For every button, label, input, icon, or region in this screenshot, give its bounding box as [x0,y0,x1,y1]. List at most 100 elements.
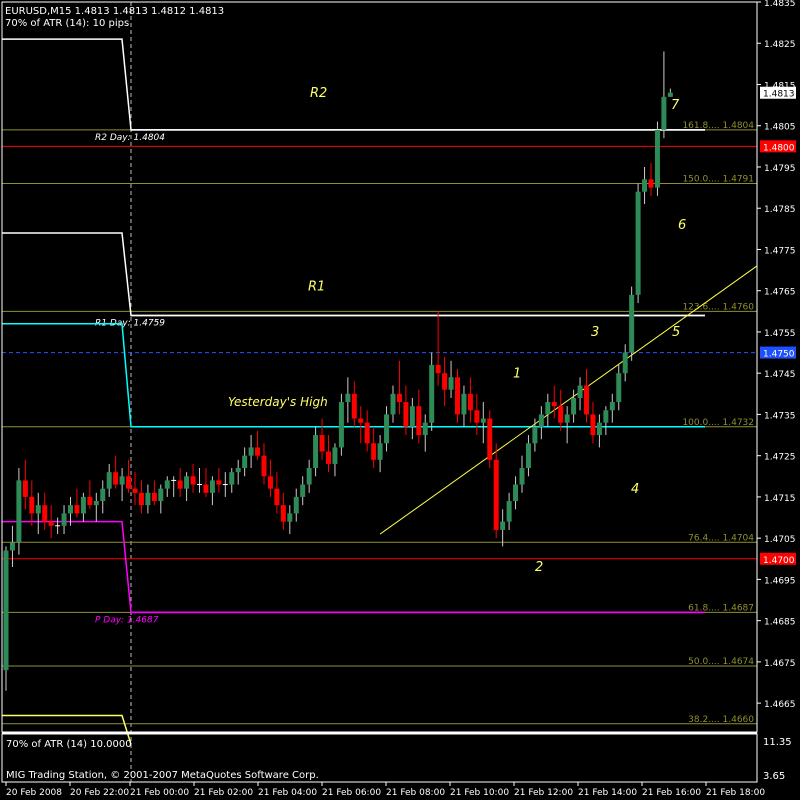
candle-body [158,488,164,502]
candle-body [461,393,467,415]
wave-annotation: 4 [631,482,639,497]
candle-body [119,476,125,485]
price-tick-label: 1.4835 [764,0,796,9]
candle-body [455,377,460,415]
time-tick-label: 21 Feb 12:00 [514,788,573,798]
candle-body [500,521,506,530]
time-tick-label: 21 Feb 14:00 [578,788,637,798]
candle-body [493,459,499,530]
wave-annotation: Yesterday's High [228,395,328,409]
candle-body [467,393,473,411]
candle-body [242,455,248,469]
fib-level-label: 150.0.... 1.4791 [682,174,754,184]
candle-body [313,435,319,469]
wave-annotation: 3 [591,325,599,340]
copyright-text: MIG Trading Station, © 2001-2007 MetaQuo… [6,770,319,781]
candle-body [16,480,22,543]
candle-body [654,129,660,188]
price-tick-label: 1.4825 [764,40,796,50]
candle-body [68,505,73,514]
sub-axis-tick-low: 3.65 [763,771,785,782]
candle-body [506,501,512,522]
candle-body [351,393,357,419]
price-badge-label: 1.4700 [763,556,795,566]
wave-annotation: 7 [671,98,680,113]
candle-body [235,468,241,473]
time-tick-label: 21 Feb 04:00 [258,788,317,798]
price-tick-label: 1.4755 [764,329,796,339]
forex-chart[interactable]: 161.8.... 1.4804150.0.... 1.4791123.6...… [0,0,800,800]
fib-level-label: 38.2.... 1.4660 [688,715,754,725]
price-badge-label: 1.4750 [763,350,795,360]
candle-body [287,513,293,522]
candle-body [80,496,86,514]
wave-annotation: 2 [535,560,543,575]
candle-body [538,414,544,427]
candle-body [48,521,54,526]
candle-body [558,406,564,423]
candle-body [384,414,390,444]
chart-header-atr: 70% of ATR (14): 10 pips [5,18,129,29]
time-tick-label: 21 Feb 08:00 [386,788,445,798]
candle-body [648,179,654,188]
price-tick-label: 1.4795 [764,164,796,174]
time-tick-label: 20 Feb 2008 [6,788,62,798]
candle-body [184,476,190,489]
candle-body [429,364,435,423]
candle-body [332,447,338,464]
level-label: R2 Day: 1.4804 [95,133,165,143]
candle-body [377,443,383,460]
fib-level-label: 76.4.... 1.4704 [688,533,754,543]
candle-body [345,393,351,403]
candle-body [642,179,648,192]
candle-body [300,484,306,497]
candle-body [577,385,583,398]
candle-body [203,484,209,493]
candle-body [442,373,448,390]
time-tick-label: 21 Feb 02:00 [194,788,253,798]
candle-body [138,492,144,506]
candle-body [9,542,15,551]
candle-body [532,426,538,444]
wave-annotation: R2 [310,86,327,101]
candle-body [609,402,615,411]
candle-body [93,501,99,506]
candle-body [132,488,138,493]
price-tick-label: 1.4665 [764,700,796,710]
candle-body [545,402,551,415]
candle-body [371,443,377,460]
candle-body [151,492,157,502]
sub-panel-label: 70% of ATR (14) 10.0000 [6,739,132,750]
wave-annotation: 6 [678,218,686,233]
candle-body [474,410,480,423]
candle-body [22,480,28,497]
time-tick-label: 20 Feb 22:00 [70,788,129,798]
wave-annotation: R1 [308,280,325,295]
candle-body [145,492,151,506]
sub-axis-tick-high: 11.35 [763,737,792,748]
price-tick-label: 1.4715 [764,494,796,504]
candle-body [190,476,196,485]
candle-body [596,422,602,436]
candle-body [319,435,325,452]
candle-body [338,402,344,448]
candle-body [435,364,441,374]
candle-body [74,505,80,514]
candle-body [551,402,557,407]
candle-body [177,480,183,489]
price-tick-label: 1.4735 [764,411,796,421]
candle-body [390,393,396,415]
candle-body [409,406,415,427]
candle-body [42,505,48,522]
candle-body [403,402,409,427]
candle-body [3,550,9,671]
candle-body [267,476,273,489]
fib-level-label: 50.0.... 1.4674 [688,657,754,667]
candle-body [87,496,93,506]
candle-body [590,414,596,436]
time-tick-label: 21 Feb 16:00 [642,788,701,798]
candle-body [584,385,589,415]
candle-body [358,418,364,423]
level-label: P Day: 1.4687 [95,615,159,625]
chart-header-symbol: EURUSD,M15 1.4813 1.4813 1.4812 1.4813 [5,6,224,17]
